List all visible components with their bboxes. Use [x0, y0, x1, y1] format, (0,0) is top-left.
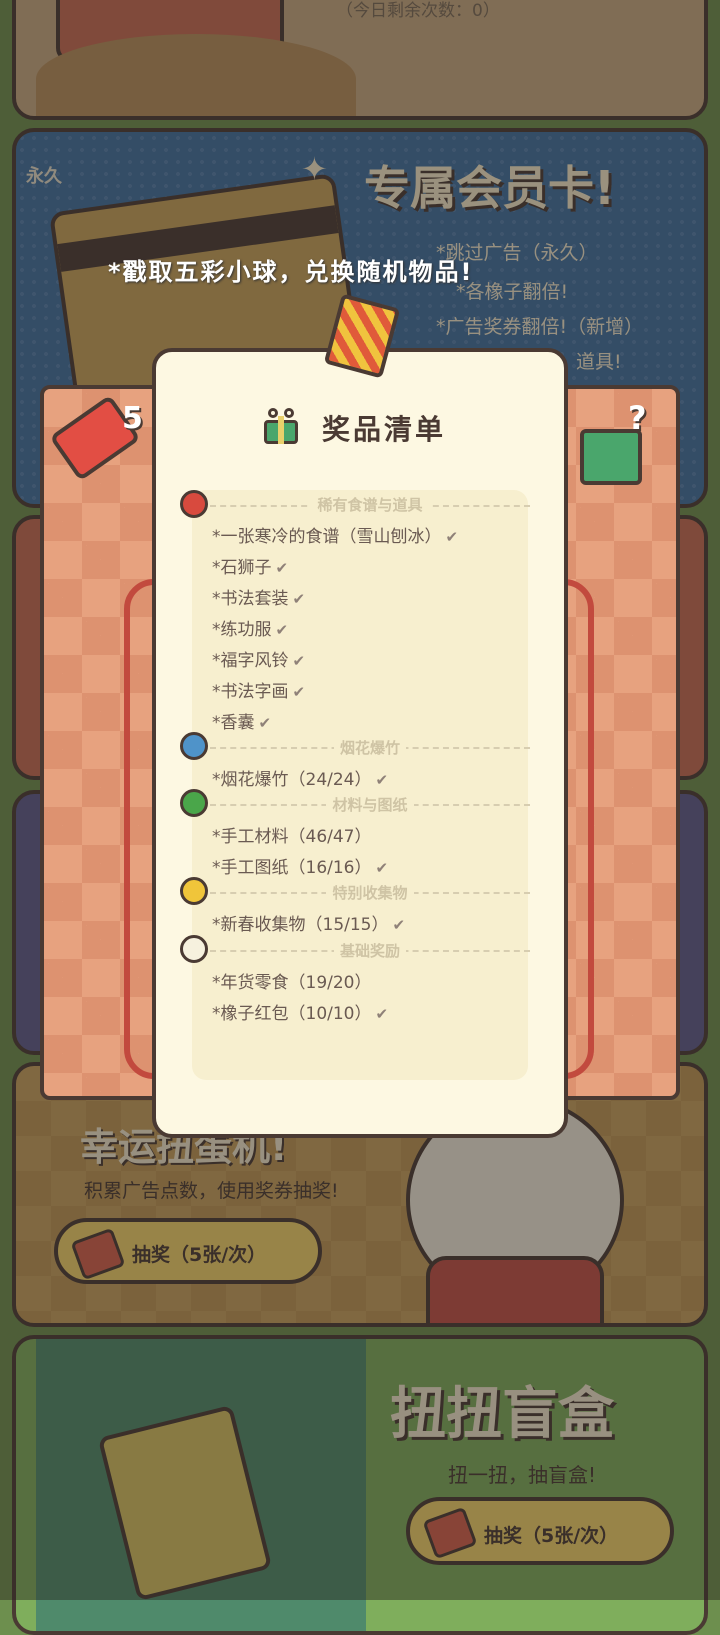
section-title-materials: 材料与图纸: [210, 794, 530, 815]
list-item: *香囊 ✔: [212, 713, 272, 733]
hint-text: *戳取五彩小球，兑换随机物品!: [108, 258, 474, 286]
list-item: *橡子红包（10/10） ✔: [212, 1004, 389, 1024]
list-item: *练功服 ✔: [212, 620, 289, 640]
white-ball-icon: [180, 935, 208, 963]
gift-icon: [264, 408, 298, 444]
red-ball-icon: [180, 490, 208, 518]
check-icon: ✔: [258, 714, 272, 732]
list-item: *石狮子 ✔: [212, 558, 289, 578]
check-icon: ✔: [292, 590, 306, 608]
check-icon: ✔: [375, 1005, 389, 1023]
check-icon: ✔: [392, 916, 406, 934]
check-icon: ✔: [275, 559, 289, 577]
prize-list-title: 奖品清单: [322, 413, 447, 446]
question-mark-icon: ?: [628, 399, 647, 437]
list-item: *一张寒冷的食谱（雪山刨冰） ✔: [212, 527, 459, 547]
gift-question-icon[interactable]: [580, 429, 642, 485]
list-item: *书法套装 ✔: [212, 589, 306, 609]
list-item: *手工图纸（16/16） ✔: [212, 858, 389, 878]
section-title-basic: 基础奖励: [210, 940, 530, 961]
list-item: *年货零食（19/20）: [212, 973, 372, 993]
section-title-special: 特别收集物: [210, 882, 530, 903]
list-item: *书法字画 ✔: [212, 682, 306, 702]
list-item: *烟花爆竹（24/24） ✔: [212, 770, 389, 790]
ticket-count: 5: [122, 401, 143, 436]
check-icon: ✔: [275, 621, 289, 639]
check-icon: ✔: [292, 683, 306, 701]
list-item: *福字风铃 ✔: [212, 651, 306, 671]
section-title-rare: 稀有食谱与道具: [210, 494, 530, 515]
list-item: *新春收集物（15/15） ✔: [212, 915, 406, 935]
blue-ball-icon: [180, 732, 208, 760]
section-title-fireworks: 烟花爆竹: [210, 737, 530, 758]
check-icon: ✔: [375, 771, 389, 789]
check-icon: ✔: [445, 528, 459, 546]
check-icon: ✔: [292, 652, 306, 670]
list-item: *手工材料（46/47）: [212, 827, 372, 847]
yellow-ball-icon: [180, 877, 208, 905]
check-icon: ✔: [375, 859, 389, 877]
green-ball-icon: [180, 789, 208, 817]
